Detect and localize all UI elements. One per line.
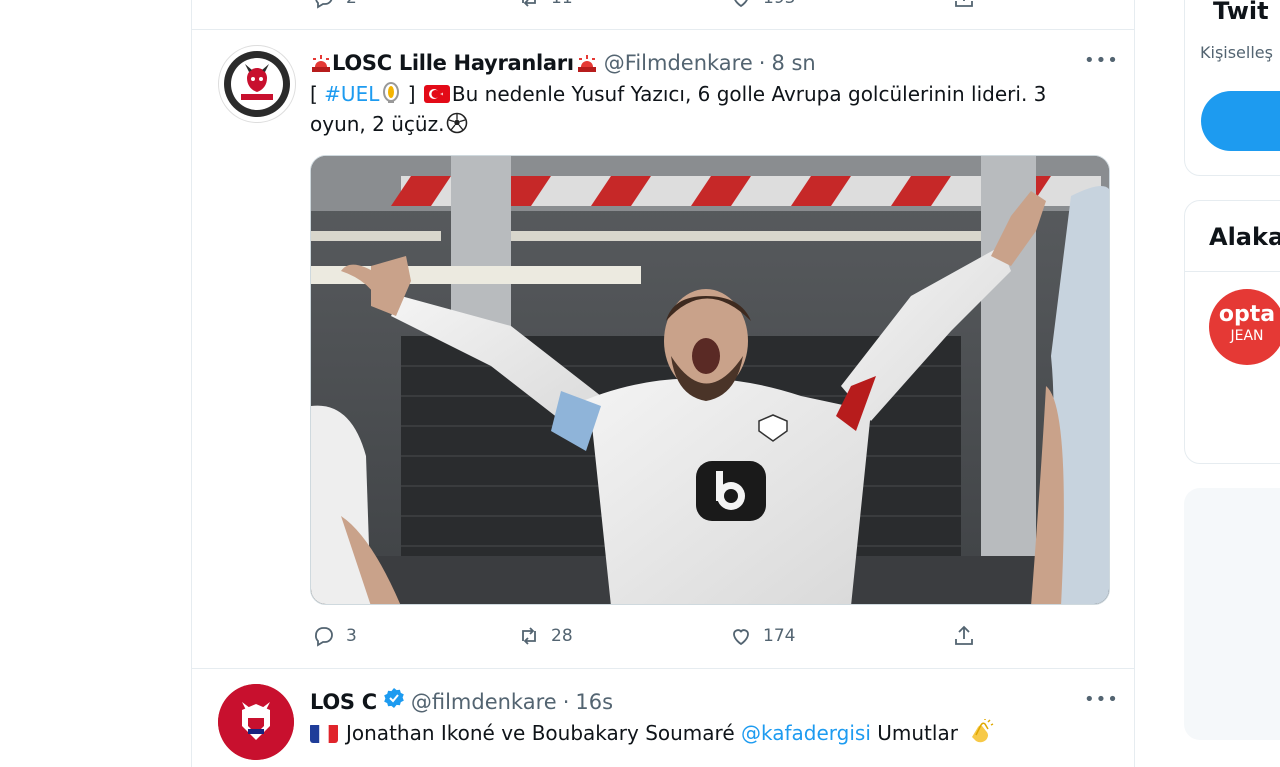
card-subtitle: Kişiselleş: [1200, 43, 1273, 62]
tweet-text: Jonathan Ikoné ve Boubakary Soumaré @kaf…: [310, 718, 1110, 748]
tweet-tail: Umutlar: [877, 721, 958, 745]
retweet-button[interactable]: 28: [517, 624, 573, 648]
like-icon: [733, 629, 749, 646]
like-count: 193: [763, 0, 795, 8]
opta-avatar[interactable]: opta JEAN: [1209, 289, 1280, 365]
opta-logo-top: opta: [1218, 302, 1276, 327]
timestamp[interactable]: 8 sn: [771, 51, 815, 75]
siren-icon: [310, 51, 332, 73]
avatar[interactable]: [218, 684, 294, 760]
retweet-count: 11: [551, 0, 573, 8]
reply-icon: [315, 0, 333, 9]
losc-logo: [218, 684, 294, 760]
primary-button[interactable]: [1201, 91, 1280, 151]
card-divider: [1185, 271, 1280, 272]
retweet-icon: [522, 627, 536, 645]
sidebar-placeholder-card: [1184, 488, 1280, 740]
tweet-photo[interactable]: [310, 155, 1110, 605]
tweet-header: LOS C @filmdenkare · 16s: [310, 687, 613, 714]
mention-link[interactable]: @kafadergisi: [741, 721, 871, 745]
related-card: Alaka opta JEAN: [1184, 200, 1280, 464]
reply-icon: [315, 627, 333, 647]
retweet-button[interactable]: 11: [517, 0, 573, 10]
retweet-icon: [522, 0, 536, 7]
tweet-text: [ #UEL ] Bu nedenle Yusuf Yazıcı, 6 goll…: [310, 79, 1110, 139]
retweet-count: 28: [551, 626, 573, 646]
share-button[interactable]: [952, 0, 976, 10]
tweet-header: LOSC Lille Hayranları @Filmdenkare · 8 s…: [310, 48, 816, 75]
more-icon[interactable]: •••: [1084, 689, 1119, 710]
display-name[interactable]: LOSC Lille Hayranları: [332, 51, 574, 75]
reply-button[interactable]: 2: [312, 0, 357, 10]
handle[interactable]: @Filmdenkare: [604, 51, 753, 75]
tweet-2[interactable]: LOS C @filmdenkare · 16s ••• Jonathan Ik…: [192, 669, 1134, 767]
open-bracket: [: [310, 82, 318, 106]
timeline-column: 2 11 193: [191, 0, 1135, 767]
hashtag-link[interactable]: #UEL: [324, 82, 379, 106]
like-button[interactable]: 193: [729, 0, 795, 10]
reply-count: 3: [346, 626, 357, 646]
close-bracket: ]: [407, 82, 416, 106]
separator: ·: [562, 690, 570, 714]
opta-logo-bottom: JEAN: [1230, 328, 1264, 344]
tweet-body: Jonathan Ikoné ve Boubakary Soumaré: [346, 721, 735, 745]
celebration-photo: [311, 156, 1109, 604]
losc-fans-logo: [220, 47, 294, 121]
tweet-body-line2: oyun, 2 üçüz.: [310, 112, 445, 136]
timestamp[interactable]: 16s: [575, 690, 613, 714]
share-button[interactable]: [952, 624, 976, 648]
trends-card: Twit Kişiselleş: [1184, 0, 1280, 176]
france-flag-icon: [310, 723, 338, 743]
reply-count: 2: [346, 0, 357, 8]
siren-icon: [576, 51, 598, 73]
share-icon: [955, 0, 973, 7]
verified-icon: [383, 687, 405, 709]
like-button[interactable]: 174: [729, 624, 795, 648]
share-icon: [955, 625, 973, 645]
avatar[interactable]: [218, 45, 296, 123]
turkey-flag-icon: [423, 85, 450, 103]
card-title: Twit: [1213, 0, 1269, 25]
tweet-1[interactable]: LOSC Lille Hayranları @Filmdenkare · 8 s…: [192, 30, 1134, 668]
separator: ·: [758, 51, 766, 75]
handle[interactable]: @filmdenkare: [411, 690, 557, 714]
tweet-body: Bu nedenle Yusuf Yazıcı, 6 golle Avrupa …: [451, 82, 1047, 106]
uel-trophy-icon: [381, 82, 401, 104]
right-sidebar: Twit Kişiselleş Alaka opta JEAN: [1184, 0, 1280, 767]
like-count: 174: [763, 626, 796, 646]
clapping-hands-icon: [966, 719, 994, 745]
related-header: Alaka: [1209, 223, 1280, 251]
like-icon: [734, 0, 748, 8]
prev-tweet-actions: 2 11 193: [192, 0, 1134, 14]
display-name[interactable]: LOS C: [310, 690, 377, 714]
reply-button[interactable]: 3: [312, 624, 357, 648]
football-icon: [446, 112, 468, 134]
more-icon[interactable]: •••: [1084, 50, 1119, 71]
tweet-actions: 3 28 174: [192, 624, 1134, 652]
